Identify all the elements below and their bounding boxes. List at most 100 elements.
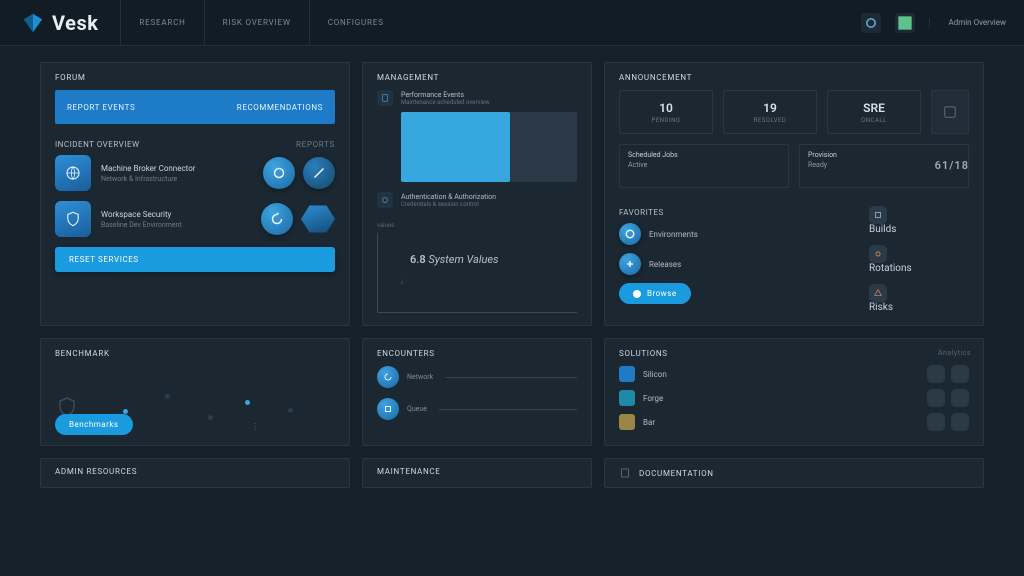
stat-oncall[interactable]: SRE Oncall: [827, 90, 921, 134]
nav-risk[interactable]: Risk Overview: [204, 0, 309, 45]
brand[interactable]: Vesk: [0, 11, 120, 35]
shield-icon: [55, 201, 91, 237]
grid-icon-5[interactable]: [927, 413, 945, 431]
panel-benchmark: Benchmark Benchmarks ⋮: [40, 338, 350, 446]
solutions-icon-grid: [927, 365, 969, 431]
encounter-network[interactable]: Network: [377, 366, 577, 388]
nav-configures[interactable]: Configures: [309, 0, 402, 45]
forum-banner[interactable]: Report Events Recommendations: [55, 90, 335, 124]
chart-axis-hint: values: [377, 222, 577, 229]
solution-silicon[interactable]: Silicon: [619, 366, 969, 382]
side-rotations[interactable]: Rotations: [869, 245, 969, 274]
fav-releases[interactable]: Releases: [619, 253, 857, 275]
action-hex[interactable]: [301, 204, 335, 234]
forge-icon: [619, 390, 635, 406]
dot-icon: [633, 290, 641, 298]
forum-item-2[interactable]: Workspace Security Baseline Dev Environm…: [55, 201, 335, 237]
mini-tiles: Scheduled Jobs Active Provision Ready: [619, 144, 969, 188]
panel-solutions: Solutions Analytics Silicon Forge Bar: [604, 338, 984, 446]
forum-item-2-title: Workspace Security: [101, 210, 182, 219]
action-circle-c[interactable]: [261, 203, 293, 235]
forum-item-1-sub: Network & Infrastructure: [101, 175, 195, 183]
stat-settings-icon[interactable]: [931, 90, 969, 134]
panel-admin-title: Admin Resources: [55, 467, 335, 476]
panel-encounters-title: Encounters: [377, 349, 577, 358]
panel-announcement: Announcement 10 Pending 19 Resolved SRE …: [604, 62, 984, 326]
notifications-icon[interactable]: [861, 13, 881, 33]
chart-value-label: 6.8 System Values: [410, 253, 499, 266]
top-nav: Research Risk Overview Configures: [120, 0, 401, 45]
topbar-icons: [847, 13, 929, 33]
banner-right: Recommendations: [237, 103, 323, 112]
mini-tile-jobs[interactable]: Scheduled Jobs Active: [619, 144, 789, 188]
forum-side-label: Reports: [296, 140, 335, 149]
favorites-title: Favorites: [619, 208, 857, 217]
mgmt-row-1[interactable]: Performance Events Maintenance scheduled…: [377, 90, 577, 106]
forum-item-2-sub: Baseline Dev Environment: [101, 221, 182, 229]
row-1: Forum Report Events Recommendations Inci…: [40, 62, 984, 326]
document-icon: [377, 90, 393, 106]
panel-solutions-title: Solutions: [619, 349, 969, 358]
row-2: Benchmark Benchmarks ⋮ Encounters N: [40, 338, 984, 446]
grid-icon-4[interactable]: [951, 389, 969, 407]
workspace: Forum Report Events Recommendations Inci…: [0, 46, 1024, 488]
benchmark-scatter: [99, 373, 335, 433]
globe-icon: [55, 155, 91, 191]
grid-icon-1[interactable]: [927, 365, 945, 383]
fav-environments[interactable]: Environments: [619, 223, 857, 245]
panel-admin-resources[interactable]: Admin Resources: [40, 458, 350, 488]
mgmt-row-2[interactable]: Authentication & Authorization Credentia…: [377, 192, 577, 208]
mgmt-row-2-label: Authentication & Authorization: [401, 193, 496, 201]
chart-marker-icon: [398, 278, 406, 286]
panel-maintenance-title: Maintenance: [377, 467, 577, 476]
action-circle-b[interactable]: [303, 157, 335, 189]
forum-item-1-title: Machine Broker Connector: [101, 164, 195, 173]
browse-button[interactable]: Browse: [619, 283, 691, 304]
solutions-hint: Analytics: [938, 349, 971, 357]
lock-icon: [377, 192, 393, 208]
panel-forum-title: Forum: [55, 73, 335, 82]
releases-icon: [619, 253, 641, 275]
stat-pending[interactable]: 10 Pending: [619, 90, 713, 134]
brand-text: Vesk: [52, 11, 98, 35]
grid-icon-3[interactable]: [927, 389, 945, 407]
rotations-icon: [869, 245, 887, 263]
silicon-icon: [619, 366, 635, 382]
panel-documentation-title: Documentation: [639, 469, 714, 478]
grid-icon-6[interactable]: [951, 413, 969, 431]
stats-row: 10 Pending 19 Resolved SRE Oncall: [619, 90, 969, 134]
brand-logo-icon: [22, 12, 44, 34]
solution-bar[interactable]: Bar: [619, 414, 969, 430]
mgmt-row-1-sub: Maintenance scheduled overview: [401, 99, 490, 106]
mgmt-row-1-label: Performance Events: [401, 91, 490, 99]
risks-icon: [869, 284, 887, 302]
doc-icon: [619, 467, 631, 479]
forum-subtitle: Incident Overview: [55, 140, 140, 149]
benchmarks-button[interactable]: Benchmarks: [55, 414, 133, 435]
side-risks[interactable]: Risks: [869, 284, 969, 313]
panel-forum: Forum Report Events Recommendations Inci…: [40, 62, 350, 326]
panel-management: Management Performance Events Maintenanc…: [362, 62, 592, 326]
status-icon[interactable]: [895, 13, 915, 33]
mgmt-row-2-sub: Credentials & session control: [401, 201, 496, 208]
row-3: Admin Resources Maintenance Documentatio…: [40, 458, 984, 488]
right-value: 61/18: [935, 159, 969, 172]
user-label[interactable]: Admin Overview: [929, 18, 1024, 27]
nav-research[interactable]: Research: [120, 0, 203, 45]
grid-icon-2[interactable]: [951, 365, 969, 383]
action-circle-a[interactable]: [263, 157, 295, 189]
environments-icon: [619, 223, 641, 245]
panel-encounters: Encounters Network Queue: [362, 338, 592, 446]
encounter-queue[interactable]: Queue: [377, 398, 577, 420]
reset-services-button[interactable]: Reset Services: [55, 247, 335, 272]
panel-documentation[interactable]: Documentation: [604, 458, 984, 488]
forum-item-1[interactable]: Machine Broker Connector Network & Infra…: [55, 155, 335, 191]
stat-resolved[interactable]: 19 Resolved: [723, 90, 817, 134]
queue-icon: [377, 398, 399, 420]
topbar: Vesk Research Risk Overview Configures A…: [0, 0, 1024, 46]
panel-announcement-title: Announcement: [619, 73, 969, 82]
solution-forge[interactable]: Forge: [619, 390, 969, 406]
side-builds[interactable]: Builds: [869, 206, 969, 235]
panel-benchmark-title: Benchmark: [55, 349, 335, 358]
panel-maintenance[interactable]: Maintenance: [362, 458, 592, 488]
